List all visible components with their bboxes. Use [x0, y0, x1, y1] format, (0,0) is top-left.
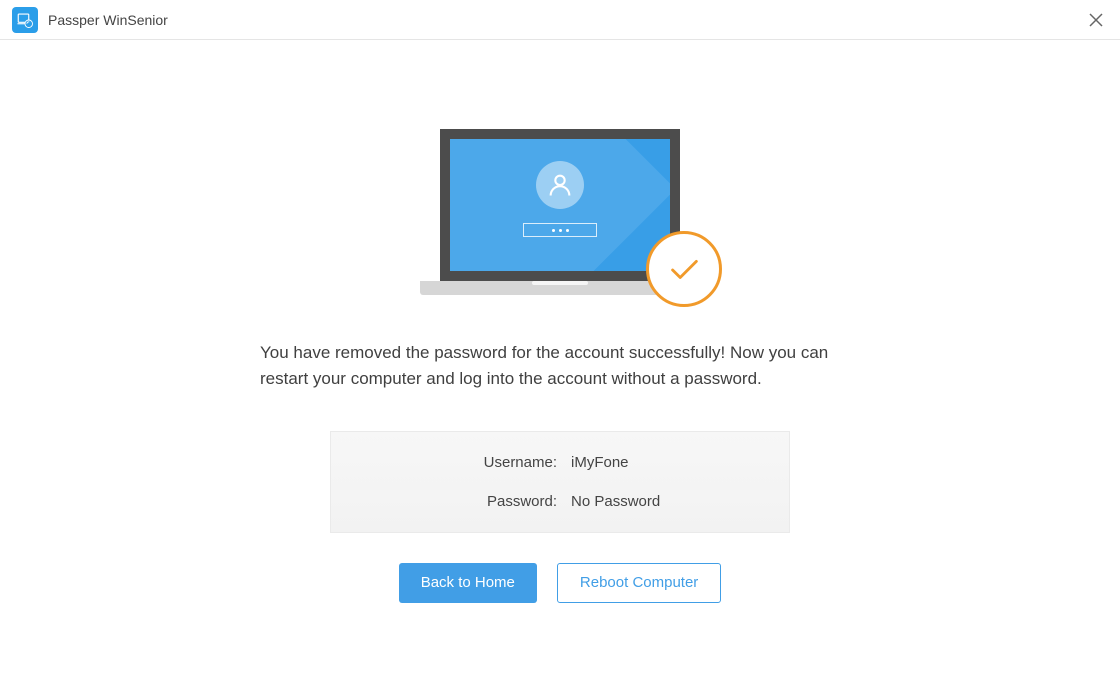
password-label: Password:	[331, 493, 571, 510]
username-label: Username:	[331, 454, 571, 471]
main-content: You have removed the password for the ac…	[0, 40, 1120, 603]
laptop-icon	[440, 129, 680, 281]
button-row: Back to Home Reboot Computer	[399, 563, 722, 603]
account-info-panel: Username: iMyFone Password: No Password	[330, 431, 790, 533]
close-button[interactable]	[1084, 8, 1108, 32]
app-title: Passper WinSenior	[48, 12, 168, 28]
user-avatar-icon	[536, 161, 584, 209]
close-icon	[1089, 13, 1103, 27]
username-row: Username: iMyFone	[331, 454, 789, 471]
back-to-home-button[interactable]: Back to Home	[399, 563, 537, 603]
success-message: You have removed the password for the ac…	[260, 340, 860, 393]
success-check-icon	[646, 231, 722, 307]
password-row: Password: No Password	[331, 493, 789, 510]
reboot-computer-button[interactable]: Reboot Computer	[557, 563, 721, 603]
username-value: iMyFone	[571, 454, 629, 471]
password-field-icon	[523, 223, 597, 237]
titlebar: Passper WinSenior	[0, 0, 1120, 40]
success-illustration	[420, 125, 700, 295]
app-icon	[12, 7, 38, 33]
password-value: No Password	[571, 493, 660, 510]
